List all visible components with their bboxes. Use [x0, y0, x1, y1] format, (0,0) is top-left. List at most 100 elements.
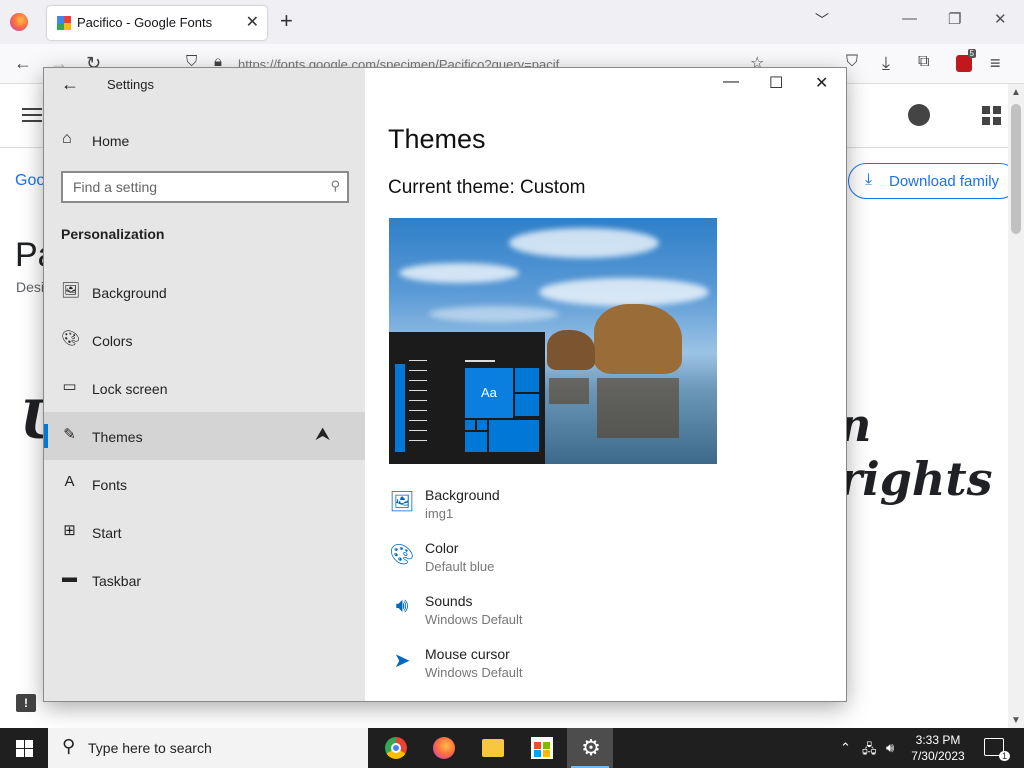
tab-title: Pacifico - Google Fonts — [77, 15, 213, 30]
scroll-down-icon[interactable]: ▼ — [1011, 715, 1021, 726]
taskbar-clock[interactable]: 3:33 PM 7/30/2023 — [898, 732, 978, 764]
sidebar-item-start[interactable]: ⊞ Start — [44, 508, 365, 556]
apps-grid-icon[interactable] — [982, 106, 1002, 126]
breadcrumb[interactable]: Goo — [15, 172, 45, 190]
back-arrow-icon[interactable]: ← — [61, 74, 79, 95]
clock-date: 7/30/2023 — [911, 749, 965, 763]
preview-tile — [489, 420, 539, 452]
cursor-icon: ➤ — [393, 650, 411, 672]
sidebar-item-colors[interactable]: 🎨︎ Colors — [44, 316, 365, 364]
sidebar-item-lock-screen[interactable]: ▭ Lock screen — [44, 364, 365, 412]
browser-close-icon[interactable]: ✕ — [994, 10, 1007, 28]
extensions-icon[interactable]: ⧉ — [918, 53, 929, 71]
lock-screen-icon: ▭ — [62, 378, 77, 395]
search-icon: ⚲ — [62, 736, 76, 756]
preview-tile-aa: Aa — [465, 368, 513, 418]
sidebar-item-label: Colors — [92, 333, 133, 349]
settings-search-box[interactable]: ⚲ — [61, 171, 349, 203]
app-menu-icon[interactable]: ≡ — [990, 53, 1001, 74]
preview-desktop-mock: Aa — [389, 332, 545, 464]
taskbar-app-chrome[interactable] — [372, 728, 418, 768]
taskbar-app-settings[interactable]: ⚙ — [567, 728, 613, 768]
taskbar-app-firefox[interactable] — [420, 728, 466, 768]
taskbar-search-box[interactable]: ⚲ Type here to search — [48, 728, 368, 768]
maximize-icon[interactable]: ☐ — [769, 73, 783, 93]
feedback-icon[interactable]: ! — [16, 694, 36, 712]
browser-minimize-icon[interactable]: — — [902, 10, 917, 27]
volume-icon[interactable]: 🔊︎ — [886, 740, 894, 756]
prop-title: Mouse cursor — [425, 646, 510, 662]
firefox-logo-icon[interactable] — [10, 13, 28, 31]
preview-cloud — [429, 306, 559, 322]
search-input[interactable] — [73, 179, 313, 195]
extension-badge: 5 — [967, 49, 976, 58]
palette-icon: 🎨︎ — [389, 544, 415, 566]
download-family-button[interactable]: ⤓ Download family — [848, 163, 1018, 199]
list-tabs-chevron-icon[interactable]: ﹀ — [815, 10, 829, 30]
sidebar-item-background[interactable]: 🖼︎ Background — [44, 268, 365, 316]
theme-preview-image[interactable]: Aa — [389, 218, 717, 464]
preview-cloud — [509, 228, 659, 258]
sidebar-item-label: Lock screen — [92, 381, 168, 397]
sidebar-item-label: Themes — [92, 429, 143, 445]
browser-restore-icon[interactable]: ❐ — [948, 10, 961, 28]
prop-value: Default blue — [425, 559, 495, 574]
theme-color-setting[interactable]: 🎨︎ Color Default blue — [389, 540, 829, 584]
scroll-up-icon[interactable]: ▲ — [1011, 87, 1021, 98]
minimize-icon[interactable]: — — [723, 73, 739, 91]
prop-title: Background — [425, 487, 500, 503]
browser-tab[interactable]: Pacifico - Google Fonts ✕ — [47, 6, 267, 40]
sidebar-item-label: Start — [92, 525, 122, 541]
hamburger-menu-icon[interactable] — [22, 108, 42, 122]
preview-menu-lines — [409, 360, 427, 450]
sidebar-item-fonts[interactable]: A Fonts — [44, 460, 365, 508]
chrome-icon — [385, 737, 407, 759]
theme-sounds-setting[interactable]: 🔊︎ Sounds Windows Default — [389, 593, 829, 637]
page-scrollbar[interactable]: ▲ ▼ — [1008, 84, 1024, 728]
close-tab-icon[interactable]: ✕ — [246, 12, 259, 32]
folder-icon — [482, 739, 504, 757]
preview-cloud — [399, 263, 519, 283]
preview-rock — [547, 330, 595, 370]
close-icon[interactable]: ✕ — [815, 73, 828, 93]
picture-icon: 🖼︎ — [389, 491, 415, 513]
taskbar-app-store[interactable] — [518, 728, 564, 768]
new-tab-icon[interactable]: + — [280, 8, 293, 34]
picture-icon: 🖼︎ — [61, 282, 81, 299]
preview-tile — [515, 368, 539, 392]
section-title: Personalization — [61, 226, 165, 242]
windows-taskbar: ⚲ Type here to search ⚙ ⌃ 🖧︎ 🔊︎ 3:33 PM … — [0, 728, 1024, 768]
preview-reflection — [597, 378, 679, 438]
downloads-icon[interactable]: ⤓ — [882, 53, 890, 74]
back-arrow-icon[interactable]: ← — [14, 53, 32, 74]
sidebar-item-taskbar[interactable]: ▬ Taskbar — [44, 556, 365, 604]
store-icon — [531, 737, 553, 759]
start-button[interactable] — [0, 728, 48, 768]
download-family-label: Download family — [889, 173, 1000, 190]
home-nav-item[interactable]: ⌂ Home — [44, 126, 365, 156]
preview-rock — [594, 304, 682, 374]
search-icon[interactable]: ⚲ — [330, 178, 340, 194]
theme-toggle-icon[interactable] — [908, 104, 930, 126]
screen: { "browser": { "tab_title": "Pacifico - … — [0, 0, 1024, 768]
themes-page: — ☐ ✕ Themes Current theme: Custom Aa 🖼︎… — [365, 68, 846, 701]
theme-background-setting[interactable]: 🖼︎ Background img1 — [389, 487, 829, 531]
network-icon[interactable]: 🖧︎ — [862, 740, 877, 762]
preview-tile-label: Aa — [481, 385, 497, 400]
preview-start-column — [395, 364, 405, 452]
designer-text: Desi — [16, 279, 45, 295]
pocket-icon[interactable]: ⛉ — [846, 53, 858, 71]
scroll-thumb[interactable] — [1011, 104, 1021, 234]
taskbar-app-file-explorer[interactable] — [469, 728, 515, 768]
preview-tile — [477, 420, 487, 430]
action-center-icon[interactable]: 1 — [984, 738, 1010, 761]
prop-value: img1 — [425, 506, 454, 521]
home-icon: ⌂ — [62, 130, 72, 147]
theme-mouse-cursor-setting[interactable]: ➤ Mouse cursor Windows Default — [389, 646, 829, 690]
ublock-extension-icon[interactable]: 5 — [956, 49, 976, 72]
start-icon: ⊞ — [63, 522, 76, 539]
prop-title: Sounds — [425, 593, 473, 609]
firefox-icon — [433, 737, 455, 759]
speaker-icon: 🔊︎ — [395, 595, 409, 617]
show-hidden-icons-chevron-icon[interactable]: ⌃ — [840, 740, 851, 756]
